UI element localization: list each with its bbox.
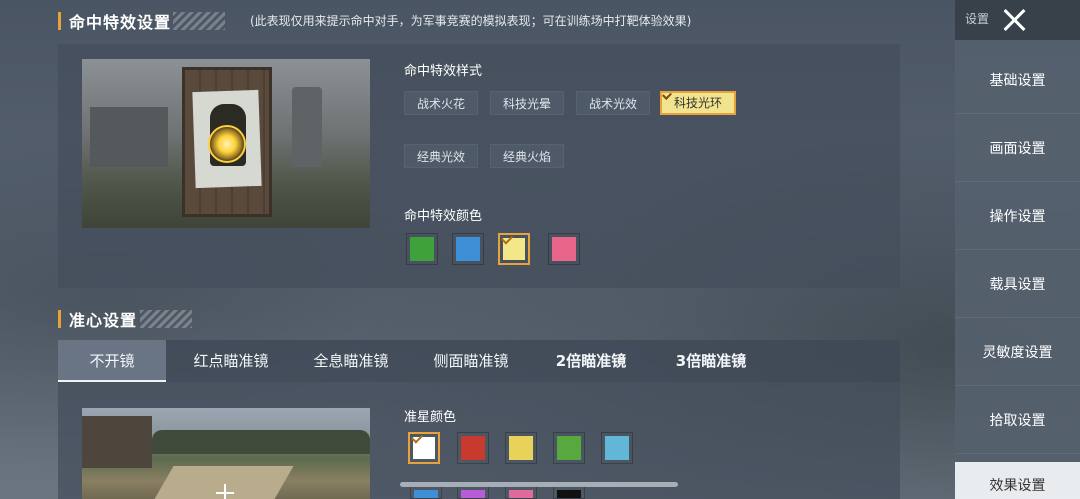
crosshair-color-label: 准星颜色 — [404, 410, 457, 425]
header-stripe-decoration — [140, 310, 192, 328]
crosshair-title: 准心设置 — [69, 311, 138, 330]
hit-effect-note: (此表现仅用来提示命中对手，为军事竞赛的模拟表现；可在训练场中打靶体验效果) — [250, 14, 692, 28]
sidebar-item-basic[interactable]: 基础设置 — [955, 48, 1080, 114]
crosshair-color-swatch-green[interactable] — [553, 432, 585, 464]
crosshair-icon — [216, 484, 234, 499]
sidebar-item-controls[interactable]: 操作设置 — [955, 184, 1080, 250]
preview-building — [90, 107, 168, 167]
settings-sidebar: 设置 基础设置 画面设置 操作设置 载具设置 灵敏度设置 拾取设置 效果设置 — [955, 0, 1080, 499]
swatch-fill — [509, 490, 533, 498]
swatch-fill — [557, 490, 581, 498]
crosshair-color-swatch-blue[interactable] — [410, 486, 442, 499]
swatch-fill — [414, 490, 438, 498]
preview-house — [82, 416, 152, 468]
tab-2x-scope[interactable]: 2倍瞄准镜 — [536, 340, 646, 382]
hit-effect-preview-image — [82, 59, 370, 228]
style-option-classic-flame[interactable]: 经典火焰 — [490, 144, 564, 168]
swatch-fill — [461, 436, 485, 460]
sidebar-item-vehicle[interactable]: 载具设置 — [955, 252, 1080, 318]
preview-treeline — [152, 430, 370, 454]
style-option-classic-light[interactable]: 经典光效 — [404, 144, 478, 168]
tab-no-scope[interactable]: 不开镜 — [58, 340, 166, 382]
hit-color-swatch-yellow[interactable] — [498, 232, 530, 265]
crosshair-color-swatch-yellow[interactable] — [505, 432, 537, 464]
style-option-tactical-light[interactable]: 战术光效 — [576, 91, 650, 115]
style-option-tactical-spark[interactable]: 战术火花 — [404, 91, 478, 115]
style-option-label: 科技光环 — [673, 96, 722, 110]
crosshair-color-swatch-purple[interactable] — [457, 486, 489, 499]
swatch-fill — [605, 436, 629, 460]
sidebar-item-pickup[interactable]: 拾取设置 — [955, 388, 1080, 454]
scope-tabs: 不开镜 红点瞄准镜 全息瞄准镜 侧面瞄准镜 2倍瞄准镜 3倍瞄准镜 — [58, 340, 900, 382]
preview-hit-glow — [208, 125, 246, 163]
sidebar-title: 设置 — [965, 12, 990, 26]
crosshair-color-swatch-cyan[interactable] — [601, 432, 633, 464]
section-accent-bar — [58, 310, 61, 328]
swatch-fill — [456, 237, 480, 261]
hit-color-swatch-pink[interactable] — [548, 233, 580, 265]
swatch-fill — [552, 237, 576, 261]
swatch-fill — [461, 490, 485, 498]
style-option-tech-ring[interactable]: 科技光环 — [660, 90, 736, 115]
swatch-fill — [557, 436, 581, 460]
hit-color-swatch-green[interactable] — [406, 233, 438, 265]
tab-red-dot[interactable]: 红点瞄准镜 — [176, 340, 286, 382]
crosshair-color-swatch-red[interactable] — [457, 432, 489, 464]
crosshair-color-swatch-black[interactable] — [553, 486, 585, 499]
hit-color-swatch-blue[interactable] — [452, 233, 484, 265]
close-icon[interactable] — [1000, 6, 1028, 34]
tab-3x-scope[interactable]: 3倍瞄准镜 — [656, 340, 766, 382]
sidebar-item-sensitivity[interactable]: 灵敏度设置 — [955, 320, 1080, 386]
sidebar-item-graphics[interactable]: 画面设置 — [955, 116, 1080, 182]
header-stripe-decoration — [173, 12, 225, 30]
sidebar-item-effects[interactable]: 效果设置 — [955, 462, 1080, 499]
hit-effect-style-label: 命中特效样式 — [404, 64, 483, 79]
crosshair-color-swatch-white[interactable] — [408, 431, 440, 464]
preview-tower — [292, 87, 322, 167]
vertical-scrollbar[interactable] — [400, 482, 678, 487]
crosshair-section-header: 准心设置 — [58, 306, 192, 332]
tab-holographic[interactable]: 全息瞄准镜 — [296, 340, 406, 382]
selected-check-icon — [662, 90, 672, 100]
tab-side-scope[interactable]: 侧面瞄准镜 — [416, 340, 526, 382]
swatch-fill — [509, 436, 533, 460]
settings-main: 命中特效设置 (此表现仅用来提示命中对手，为军事竞赛的模拟表现；可在训练场中打靶… — [0, 0, 955, 499]
style-option-tech-halo[interactable]: 科技光晕 — [490, 91, 564, 115]
swatch-fill — [410, 237, 434, 261]
crosshair-color-swatch-pink[interactable] — [505, 486, 537, 499]
hit-effect-title: 命中特效设置 — [69, 13, 172, 32]
section-accent-bar — [58, 12, 61, 30]
hit-effect-color-label: 命中特效颜色 — [404, 209, 483, 224]
hit-effect-section-header: 命中特效设置 — [58, 8, 225, 34]
